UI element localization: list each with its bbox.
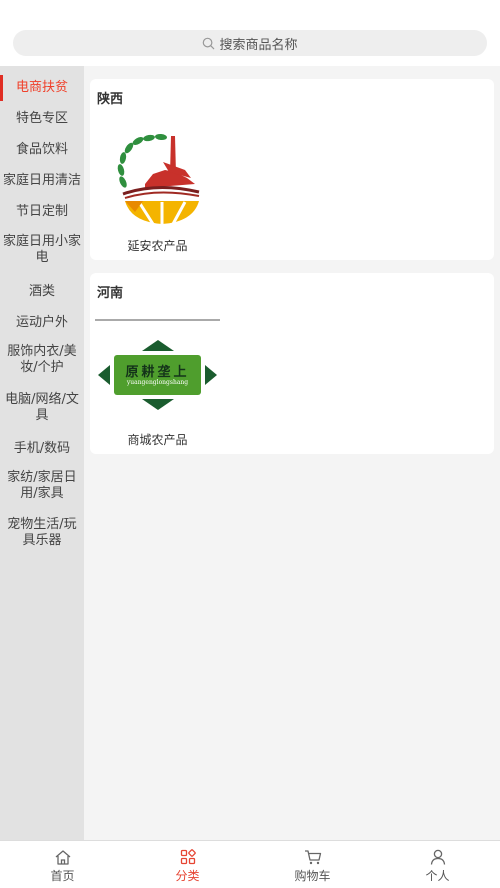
product-image-yanan — [95, 112, 220, 237]
region-card-shaanxi: 陕西 延安农产品 — [90, 79, 494, 260]
cart-icon — [304, 850, 321, 865]
home-icon — [55, 850, 70, 865]
sidebar-item-apparel-beauty[interactable]: 服饰内衣/美妆/个护 — [0, 338, 84, 382]
header: 搜索商品名称 — [0, 0, 500, 66]
logo-text: 原耕垄上 — [125, 365, 190, 380]
sidebar-item-pet-toys[interactable]: 宠物生活/玩具乐器 — [0, 511, 84, 555]
tab-home[interactable]: 首页 — [0, 841, 125, 888]
logo-subtext: yuangenglongshang — [126, 379, 189, 386]
region-card-henan: 河南 原耕垄上 yuangenglongshang 商城农产品 — [90, 273, 494, 454]
region-title: 河南 — [97, 286, 124, 301]
category-sidebar: 电商扶贫 特色专区 食品饮料 家庭日用清洁 节日定制 家庭日用小家电 酒类 运动… — [0, 66, 84, 840]
sidebar-item-poverty-alleviation[interactable]: 电商扶贫 — [0, 72, 84, 104]
sidebar-item-food-drinks[interactable]: 食品饮料 — [0, 134, 84, 166]
search-bar[interactable]: 搜索商品名称 — [13, 30, 487, 56]
sidebar-item-specialty[interactable]: 特色专区 — [0, 103, 84, 135]
search-icon — [203, 37, 215, 49]
sidebar-item-holiday-custom[interactable]: 节日定制 — [0, 196, 84, 228]
sidebar-item-liquor[interactable]: 酒类 — [0, 276, 84, 308]
product-name: 延安农产品 — [127, 239, 188, 253]
product-item-shangcheng[interactable]: 原耕垄上 yuangenglongshang 商城农产品 — [95, 306, 220, 451]
sidebar-item-small-appliances[interactable]: 家庭日用小家电 — [0, 228, 84, 272]
user-icon — [430, 849, 445, 865]
tab-cart[interactable]: 购物车 — [250, 841, 375, 888]
product-item-yanan[interactable]: 延安农产品 — [95, 112, 220, 257]
bottom-tab-bar: 首页 分类 购物车 个人 — [0, 840, 500, 888]
product-image-shangcheng: 原耕垄上 yuangenglongshang — [95, 306, 220, 431]
category-icon — [180, 849, 196, 865]
sidebar-item-home-textile[interactable]: 家纺/家居日用/家具 — [0, 464, 84, 508]
tab-profile[interactable]: 个人 — [375, 841, 500, 888]
sidebar-item-phone-digital[interactable]: 手机/数码 — [0, 433, 84, 465]
tab-category[interactable]: 分类 — [125, 841, 250, 888]
sidebar-item-computer-stationery[interactable]: 电脑/网络/文具 — [0, 386, 84, 430]
region-title: 陕西 — [97, 92, 124, 107]
search-placeholder: 搜索商品名称 — [219, 37, 298, 53]
sidebar-item-outdoor-sports[interactable]: 运动户外 — [0, 307, 84, 339]
sidebar-item-household-cleaning[interactable]: 家庭日用清洁 — [0, 165, 84, 197]
product-name: 商城农产品 — [127, 433, 188, 447]
